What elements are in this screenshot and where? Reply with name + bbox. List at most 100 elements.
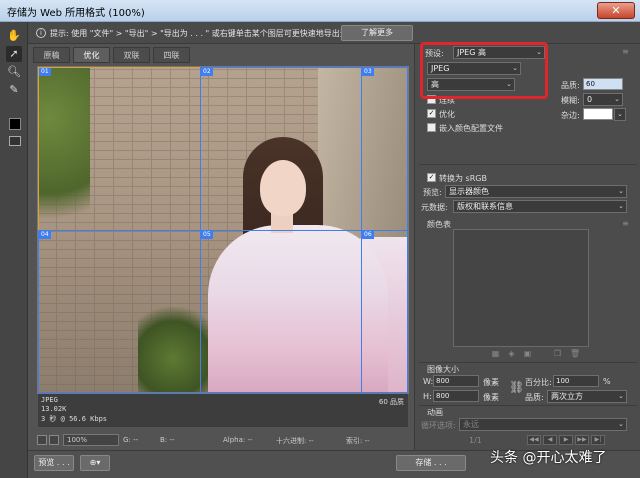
slice-select-tool-icon[interactable]: ➚: [6, 46, 22, 62]
embed-profile-label: 嵌入颜色配置文件: [439, 124, 503, 133]
animation-heading: 动画: [427, 408, 443, 417]
preset-select[interactable]: JPEG 高 ⌄: [453, 46, 545, 59]
format-value: JPEG: [431, 64, 450, 73]
panel-menu-icon[interactable]: ≡: [621, 47, 630, 56]
frame-counter: 1/1: [469, 436, 482, 445]
info-size: 13.02K: [41, 405, 67, 413]
color-table[interactable]: [453, 229, 589, 347]
first-frame-icon[interactable]: ◀◀: [527, 435, 541, 445]
tab-optimized[interactable]: 优化: [73, 47, 110, 63]
image-preview[interactable]: 01 02 03 04 05 06: [37, 66, 409, 394]
blur-label: 模糊:: [561, 96, 580, 105]
status-hex: 十六进制: --: [276, 437, 314, 445]
chevron-down-icon: ⌄: [614, 95, 620, 103]
preset-value: JPEG 高: [457, 48, 486, 57]
delete-color-icon[interactable]: 🗑︎: [570, 349, 580, 358]
slice-tag-06: 06: [362, 231, 374, 239]
info-download-time: 3 秒 @ 56.6 Kbps: [41, 415, 108, 423]
metadata-value: 版权和联系信息: [457, 202, 513, 211]
window-title: 存储为 Web 所用格式 (100%): [7, 8, 145, 19]
matte-color-swatch[interactable]: [583, 108, 613, 120]
lock-color-icon[interactable]: ▣: [523, 349, 532, 358]
embed-profile-checkbox[interactable]: [427, 123, 436, 132]
tab-original[interactable]: 原稿: [33, 47, 70, 63]
percent-input[interactable]: 100: [553, 375, 599, 387]
slice-tag-01: 01: [39, 68, 51, 76]
divider: [419, 405, 637, 406]
height-label: H:: [423, 392, 432, 401]
quality-input[interactable]: 60: [583, 78, 623, 90]
web-shift-icon[interactable]: ◈: [507, 349, 516, 358]
height-input[interactable]: 800: [433, 390, 479, 402]
link-dimensions-icon[interactable]: ⛓: [509, 381, 524, 393]
title-bar: 存储为 Web 所用格式 (100%) ✕: [0, 0, 640, 22]
format-select[interactable]: JPEG ⌄: [427, 62, 521, 75]
learn-more-button[interactable]: 了解更多: [341, 25, 413, 41]
progressive-label: 连续: [439, 96, 455, 105]
width-label: W:: [423, 377, 434, 386]
metadata-label: 元数据:: [421, 203, 448, 212]
loop-select[interactable]: 永远 ⌄: [459, 418, 627, 431]
save-button[interactable]: 存储 . . .: [396, 455, 466, 471]
chevron-down-icon: ⌄: [617, 110, 623, 118]
next-frame-icon[interactable]: ▶▶: [575, 435, 589, 445]
info-icon: i: [36, 28, 46, 38]
progressive-checkbox[interactable]: [427, 95, 436, 104]
chevron-down-icon: ⌄: [536, 48, 542, 56]
matte-select[interactable]: ⌄: [614, 108, 626, 121]
color-table-menu-icon[interactable]: ≡: [621, 219, 630, 228]
preview-photo: [38, 67, 408, 393]
preview-color-select[interactable]: 显示器颜色 ⌄: [445, 185, 627, 198]
tab-2-up[interactable]: 双联: [113, 47, 150, 63]
matte-label: 杂边:: [561, 111, 580, 120]
chevron-down-icon: ⌄: [618, 187, 624, 195]
preview-color-label: 预览:: [423, 188, 442, 197]
zoom-in-icon[interactable]: [49, 435, 59, 445]
divider: [419, 164, 637, 165]
zoom-tool-icon[interactable]: 🔍︎: [6, 64, 22, 80]
metadata-select[interactable]: 版权和联系信息 ⌄: [453, 200, 627, 213]
map-color-icon[interactable]: ▦: [491, 349, 500, 358]
chevron-down-icon: ⌄: [618, 202, 624, 210]
width-unit: 像素: [483, 378, 499, 387]
optimized-checkbox[interactable]: ✓: [427, 109, 436, 118]
chevron-down-icon: ⌄: [512, 64, 518, 72]
play-icon[interactable]: ▶: [559, 435, 573, 445]
prev-frame-icon[interactable]: ◀: [543, 435, 557, 445]
eyedropper-tool-icon[interactable]: ✎: [6, 82, 22, 98]
hint-text: 提示: 使用 "文件" > "导出" > "导出为 . . . " 或右键单击某…: [50, 29, 356, 38]
resample-label: 品质:: [525, 393, 544, 402]
settings-panel: 预设: JPEG 高 ⌄ ≡ JPEG ⌄ 高 ⌄ 品质: 60 连续 模糊: 0 ⌄ …: [414, 44, 640, 450]
toggle-slices-visibility-icon[interactable]: [9, 136, 21, 146]
watermark: 头条 @开心太难了: [490, 450, 607, 466]
convert-srgb-label: 转换为 sRGB: [439, 174, 487, 183]
image-size-heading: 图像大小: [427, 365, 459, 374]
status-bar: 100% G: -- B: -- Alpha: -- 十六进制: -- 索引: …: [33, 434, 413, 448]
blur-value: 0: [587, 95, 593, 104]
zoom-select[interactable]: 100%: [63, 434, 119, 446]
close-button[interactable]: ✕: [597, 2, 635, 19]
preview-button[interactable]: 预览 . . .: [34, 455, 74, 471]
optimized-label: 优化: [439, 110, 455, 119]
resample-select[interactable]: 两次立方 ⌄: [547, 390, 627, 403]
robe: [208, 225, 388, 393]
width-input[interactable]: 800: [433, 375, 479, 387]
status-alpha: Alpha: --: [223, 436, 253, 444]
blur-input[interactable]: 0 ⌄: [583, 93, 623, 106]
eyedropper-color-swatch[interactable]: [9, 118, 21, 130]
browser-preview-button[interactable]: ⊕▾: [80, 455, 110, 471]
new-color-icon[interactable]: ❐: [553, 349, 562, 358]
quality-label: 品质:: [561, 81, 580, 90]
zoom-out-icon[interactable]: [37, 435, 47, 445]
foliage-bottom: [138, 307, 208, 393]
last-frame-icon[interactable]: ▶|: [591, 435, 605, 445]
hint-bar: i 提示: 使用 "文件" > "导出" > "导出为 . . . " 或右键单…: [0, 22, 640, 44]
preset-label: 预设:: [425, 49, 444, 58]
hand-tool-icon[interactable]: ✋: [6, 28, 22, 44]
convert-srgb-checkbox[interactable]: ✓: [427, 173, 436, 182]
chevron-down-icon: ⌄: [506, 80, 512, 88]
tab-4-up[interactable]: 四联: [153, 47, 190, 63]
status-b: B: --: [160, 436, 175, 444]
quality-level-select[interactable]: 高 ⌄: [427, 78, 515, 91]
optimized-info: JPEG 13.02K 3 秒 @ 56.6 Kbps 60 品质: [37, 394, 409, 428]
